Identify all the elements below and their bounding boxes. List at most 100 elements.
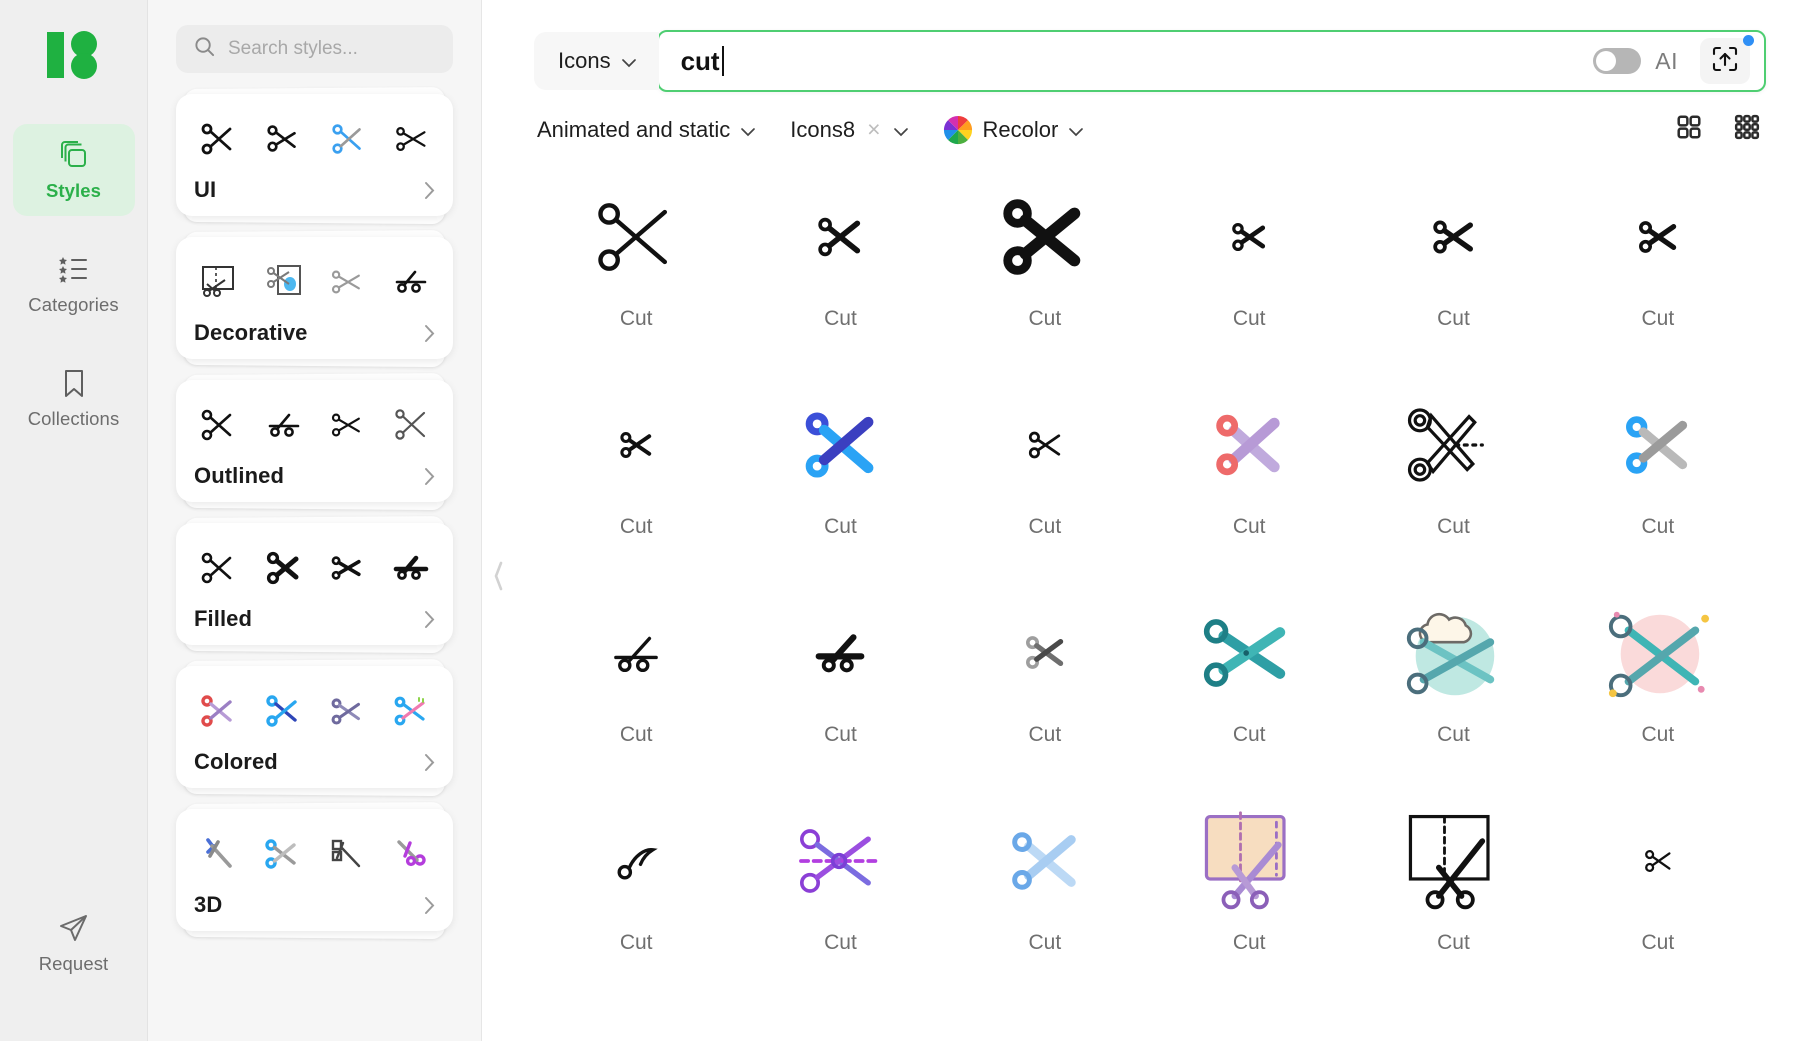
bookmark-icon (58, 367, 90, 399)
icon-result-cell[interactable]: Cut (1556, 167, 1760, 375)
icon-result-cell[interactable]: Cut (738, 791, 942, 999)
paper-cut-icon (1147, 791, 1351, 931)
icon-result-cell[interactable]: Cut (534, 167, 738, 375)
scan-upload-button[interactable] (1700, 35, 1754, 84)
icon-result-label: Cut (1437, 515, 1470, 538)
style-card-outlined[interactable]: Outlined (176, 372, 453, 511)
icon-result-cell[interactable]: Cut (1351, 375, 1555, 583)
scissors-preview-icon (265, 839, 297, 869)
style-preview-row (194, 110, 435, 168)
icon-result-label: Cut (1028, 931, 1062, 954)
icon-result-cell[interactable]: Cut (1147, 583, 1351, 791)
style-card-label: 3D (194, 892, 223, 917)
icon-result-cell[interactable]: Cut (534, 791, 738, 999)
filter-source-icons8[interactable]: Icons8 × (790, 116, 908, 143)
style-card-label: Colored (194, 749, 278, 774)
sidebar-item-label: Styles (45, 179, 102, 201)
icon-result-cell[interactable]: Cut (738, 375, 942, 583)
icon-result-cell[interactable]: Cut (1147, 375, 1351, 583)
grid-3x3-icon[interactable] (1734, 114, 1760, 145)
scissors-preview-icon (266, 265, 301, 295)
sidebar-item-label: Collections (27, 407, 120, 429)
ai-toggle-knob (1596, 51, 1617, 71)
style-preview-row (194, 539, 435, 597)
icon-result-label: Cut (1028, 515, 1062, 538)
scan-upload-icon (1711, 45, 1739, 78)
scissors-icon (534, 375, 738, 515)
style-card-decorative[interactable]: Decorative (176, 229, 453, 368)
scissors-icon (1147, 375, 1351, 515)
icon-result-label: Cut (1232, 307, 1266, 330)
filter-label: Icons8 (790, 116, 856, 142)
chevron-right-icon (424, 610, 435, 629)
sidebar-item-styles[interactable]: Styles (12, 124, 135, 216)
icon-result-cell[interactable]: Cut (943, 167, 1147, 375)
search-query-wrap: cut (681, 46, 724, 77)
text-caret (721, 46, 724, 76)
icon-result-cell[interactable]: Cut (1556, 583, 1760, 791)
icon-result-label: Cut (1641, 931, 1675, 954)
scissors-icon (1147, 583, 1351, 723)
icon-result-label: Cut (619, 515, 653, 538)
icon-result-cell[interactable]: Cut (1351, 583, 1555, 791)
icon-result-cell[interactable]: Cut (1556, 375, 1760, 583)
icon-result-label: Cut (1437, 307, 1470, 330)
style-preview-row (194, 396, 435, 454)
sidebar-item-categories[interactable]: Categories (13, 238, 135, 330)
scissors-icon (534, 583, 738, 723)
icon-result-label: Cut (824, 723, 857, 746)
icon-result-label: Cut (619, 931, 653, 954)
scissors-icon (534, 167, 738, 307)
grid-2x2-icon[interactable] (1676, 114, 1702, 145)
search-kind-select[interactable]: Icons (534, 32, 659, 90)
scissors-preview-icon (266, 551, 299, 585)
clear-filter-icon[interactable]: × (867, 116, 880, 143)
style-card-ui[interactable]: UI (176, 86, 453, 225)
styles-panel: UI Decorative (148, 0, 482, 1041)
style-search-box[interactable] (176, 25, 453, 73)
filter-label: Animated and static (537, 116, 731, 142)
scissors-icon (943, 167, 1147, 307)
icon-result-cell[interactable]: Cut (1556, 791, 1760, 999)
chevron-right-icon (424, 324, 435, 343)
style-search-input[interactable] (228, 38, 435, 60)
panel-collapse-handle[interactable] (488, 553, 508, 599)
scissors-icon (1147, 167, 1351, 307)
style-card-filled[interactable]: Filled (176, 515, 453, 654)
scissors-preview-icon (202, 266, 234, 297)
scissors-preview-icon (331, 556, 361, 580)
icons8-logo[interactable] (46, 30, 101, 80)
style-card-colored[interactable]: Colored (176, 658, 453, 797)
scissors-icon (738, 583, 942, 723)
scissors-preview-icon (201, 409, 232, 441)
style-card-3d[interactable]: 3D (176, 801, 453, 940)
ai-toggle[interactable] (1593, 48, 1642, 74)
icon-result-label: Cut (1437, 723, 1470, 746)
scissors-preview-icon (395, 270, 427, 293)
icon-result-cell[interactable]: Cut (738, 167, 942, 375)
scissors-preview-icon (393, 555, 429, 580)
icon-result-cell[interactable]: Cut (1351, 167, 1555, 375)
icon-result-cell[interactable]: Cut (943, 375, 1147, 583)
icon-result-cell[interactable]: Cut (943, 791, 1147, 999)
icon-result-label: Cut (824, 931, 857, 954)
filter-animated-static[interactable]: Animated and static (537, 117, 756, 143)
main-search-box[interactable]: cut AI (656, 30, 1766, 92)
scissors-preview-icon (331, 839, 360, 868)
scissors-icon (943, 791, 1147, 931)
paper-plane-icon (58, 912, 90, 944)
icon-result-cell[interactable]: Cut (534, 375, 738, 583)
icon-result-cell[interactable]: Cut (1351, 791, 1555, 999)
chevron-down-icon (1068, 117, 1084, 143)
filter-label: Recolor (982, 116, 1059, 142)
filter-recolor[interactable]: Recolor (943, 115, 1085, 145)
icon-result-cell[interactable]: Cut (738, 583, 942, 791)
sidebar-item-request[interactable]: Request (13, 897, 135, 989)
chevron-down-icon (740, 117, 756, 143)
icon-result-cell[interactable]: Cut (1147, 167, 1351, 375)
icon-result-cell[interactable]: Cut (534, 583, 738, 791)
icon-result-cell[interactable]: Cut (1147, 791, 1351, 999)
icon-result-label: Cut (1232, 723, 1266, 746)
icon-result-cell[interactable]: Cut (943, 583, 1147, 791)
sidebar-item-collections[interactable]: Collections (13, 352, 135, 444)
